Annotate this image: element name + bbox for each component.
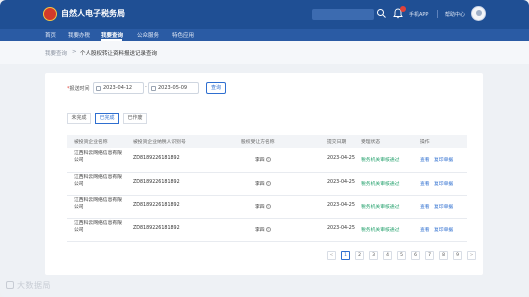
pagination-page[interactable]: 5 [397,251,406,260]
pagination-prev-button[interactable]: < [327,251,336,260]
print-receipt-link[interactable]: 复印单据 [434,226,453,233]
table-row-status: 税务机关审核通过 [361,228,400,233]
view-link[interactable]: 查看 [420,226,430,233]
table-row-date: 2023-04-25 [327,226,355,231]
breadcrumb-parent[interactable]: 我要查询 [45,49,67,57]
date-range-separator: - [145,84,147,90]
table-row-tax-id: ZD8189226181892 [133,156,180,161]
table-row-company: 江西科云网络信息有限 公司 [74,175,122,188]
notification-badge [400,6,406,12]
table-row-date: 2023-04-25 [327,156,355,161]
pagination-next-button[interactable]: > [467,251,476,260]
view-link[interactable]: 查看 [420,180,430,187]
table-row-company: 江西科云网络信息有限 公司 [74,221,122,234]
nav-query[interactable]: 我要查询 [101,31,123,39]
transferee-name: 李四 [255,228,265,233]
help-icon[interactable]: ? [265,157,271,162]
col-header-status: 受理状态 [361,140,381,145]
table-row-tax-id: ZD8189226181892 [133,180,180,185]
end-date-input[interactable]: 2023-05-09 [148,82,199,94]
pagination-page[interactable]: 3 [369,251,378,260]
tax-bureau-logo-icon [43,7,57,21]
tab-completed[interactable]: 已完成 [95,113,119,124]
mobile-app-link[interactable]: 手机APP [409,11,428,18]
table-row-company: 江西科云网络信息有限 公司 [74,198,122,211]
search-icon[interactable] [376,8,387,19]
avatar[interactable] [471,6,486,21]
nav-featured-apps[interactable]: 特色应用 [172,31,194,39]
watermark-logo-icon [6,281,14,289]
row-divider [67,218,467,219]
app-title: 自然人电子税务局 [61,9,125,18]
search-input[interactable] [312,9,374,20]
transferee-name: 李四 [255,182,265,187]
start-date-value: 2023-04-12 [103,85,133,91]
company-line: 公司 [74,181,84,187]
page-title: 个人股权转让资料报送记录查询 [80,51,158,57]
table-row-tax-id: ZD8189226181892 [133,203,180,208]
tab-incomplete[interactable]: 未完成 [67,113,91,124]
help-icon[interactable]: ? [265,204,271,209]
transferee-name: 李四 [255,205,265,210]
help-icon[interactable]: ? [265,181,271,186]
pagination-page[interactable]: 8 [439,251,448,260]
row-divider [67,172,467,173]
query-button[interactable]: 查询 [206,82,226,94]
tab-voided[interactable]: 已作废 [123,113,147,124]
pagination-page[interactable]: 2 [355,251,364,260]
help-center-link[interactable]: 帮助中心 [445,11,465,18]
pagination-page[interactable]: 6 [411,251,420,260]
company-line: 公司 [74,227,84,233]
calendar-icon [96,86,101,91]
help-icon[interactable]: ? [265,227,271,232]
table-row-status: 税务机关审核通过 [361,205,400,210]
view-link[interactable]: 查看 [420,156,430,163]
breadcrumb-separator: > [72,49,77,55]
row-divider [67,241,467,242]
table-row-tax-id: ZD8189226181892 [133,226,180,231]
company-line: 江西科云网络信息有限 [74,151,122,156]
company-line: 公司 [74,157,84,163]
header-divider [437,10,438,18]
table-row-date: 2023-04-25 [327,180,355,185]
company-line: 江西科云网络信息有限 [74,175,122,180]
col-header-tax-id: 被投资企业纳税人识别号 [133,140,186,145]
watermark-text: 大数据局 [17,281,51,290]
calendar-icon [151,86,156,91]
print-receipt-link[interactable]: 复印单据 [434,156,453,163]
print-receipt-link[interactable]: 复印单据 [434,180,453,187]
nav-home[interactable]: 首页 [45,31,56,39]
view-link[interactable]: 查看 [420,203,430,210]
company-line: 江西科云网络信息有限 [74,198,122,203]
row-divider [67,195,467,196]
transferee-name: 李四 [255,158,265,163]
report-time-label: *报送时间 [67,86,90,92]
report-time-label-text: 报送时间 [69,86,90,92]
pagination-page[interactable]: 9 [453,251,462,260]
nav-tax-handling[interactable]: 我要办税 [68,31,90,39]
company-line: 江西科云网络信息有限 [74,221,122,226]
col-header-actions: 操作 [420,140,430,145]
table-row-transferee: 李四? [255,203,271,210]
company-line: 公司 [74,204,84,210]
table-row-transferee: 李四? [255,226,271,233]
col-header-company: 被投资企业名称 [74,140,108,145]
content-card [45,73,483,275]
table-row-status: 税务机关审核通过 [361,182,400,187]
col-header-transferee: 股权受让方名称 [241,140,275,145]
pagination-page[interactable]: 4 [383,251,392,260]
app-window: 自然人电子税务局 手机APP 帮助中心 首页 我要办税 我要查询 公众服务 特色… [0,0,529,297]
table-row-transferee: 李四? [255,180,271,187]
table-row-transferee: 李四? [255,156,271,163]
table-row-company: 江西科云网络信息有限 公司 [74,151,122,164]
table-row-date: 2023-04-25 [327,203,355,208]
nav-public-service[interactable]: 公众服务 [137,31,159,39]
start-date-input[interactable]: 2023-04-12 [93,82,144,94]
pagination-page[interactable]: 1 [341,251,350,260]
end-date-value: 2023-05-09 [158,85,188,91]
col-header-date: 提交日期 [327,140,347,145]
pagination-page[interactable]: 7 [425,251,434,260]
table-row-status: 税务机关审核通过 [361,158,400,163]
print-receipt-link[interactable]: 复印单据 [434,203,453,210]
